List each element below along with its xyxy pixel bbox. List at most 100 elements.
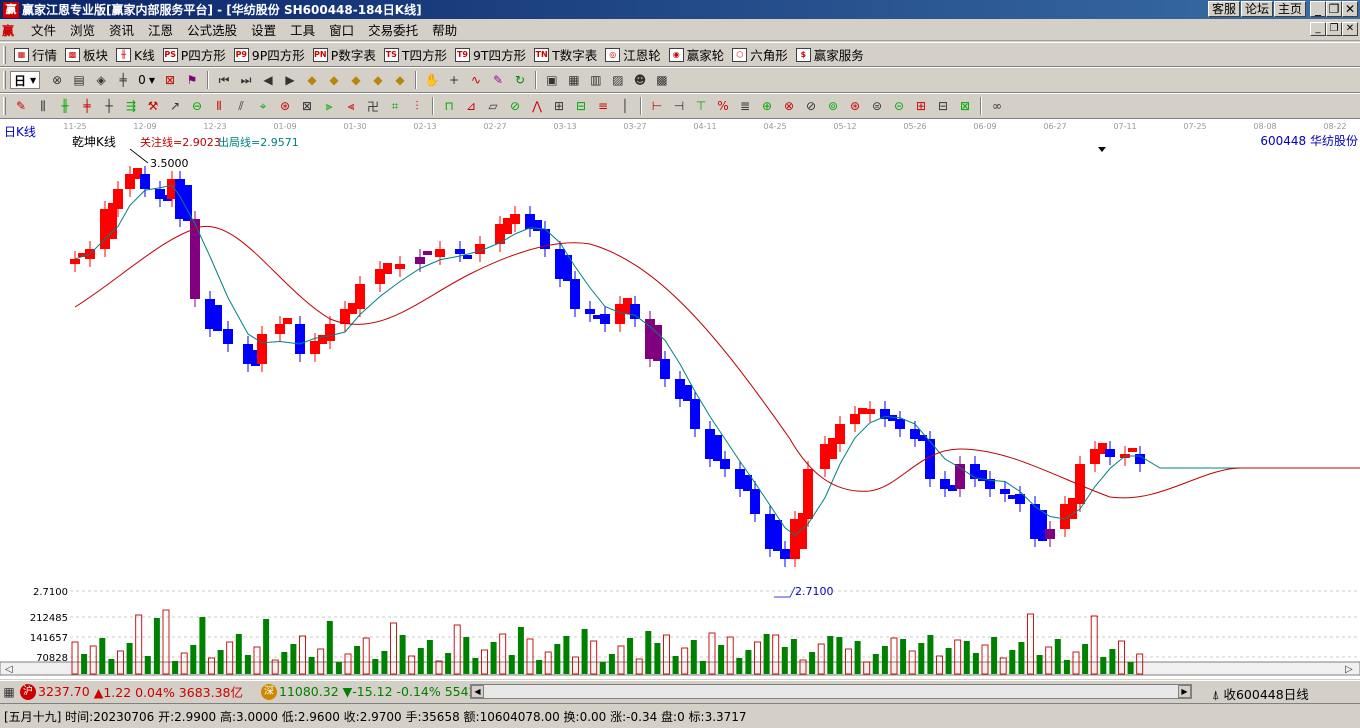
grid-icon[interactable]: ▦ [0, 682, 18, 702]
menu-help[interactable]: 帮助 [425, 20, 464, 39]
close-icon[interactable]: ✕ [1342, 1, 1358, 17]
crosshair-icon[interactable]: + [443, 70, 465, 90]
fit-icon[interactable]: ◆ [389, 70, 411, 90]
toolbar-item-4[interactable]: P9 9P四方形 [230, 45, 309, 64]
right-icon[interactable]: ▶ [279, 70, 301, 90]
draw-tool-18-icon[interactable]: ⫶ [406, 96, 428, 116]
toolbar-grip[interactable] [3, 97, 6, 115]
menu-window[interactable]: 窗口 [322, 20, 361, 39]
draw-tool-46-icon[interactable]: ∞ [986, 96, 1008, 116]
draw-tool-34-icon[interactable]: ≣ [734, 96, 756, 116]
draw-tool-25-icon[interactable]: ⊞ [548, 96, 570, 116]
scroll-right-icon[interactable]: ▶ [1178, 685, 1191, 698]
draw-tool-14-icon[interactable]: ⫸ [318, 96, 340, 116]
left-icon[interactable]: ◀ [257, 70, 279, 90]
last-icon[interactable]: ⏭ [235, 70, 257, 90]
zoom-out-icon[interactable]: ◆ [323, 70, 345, 90]
draw-tool-38-icon[interactable]: ⊚ [822, 96, 844, 116]
draw-tool-31-icon[interactable]: ⊣ [668, 96, 690, 116]
draw-tool-22-icon[interactable]: ▱ [482, 96, 504, 116]
child-minimize-icon[interactable]: _ [1310, 22, 1326, 36]
zoom-in-icon[interactable]: ◆ [301, 70, 323, 90]
count-select[interactable]: 0 ▼ [138, 73, 155, 87]
scroll-left-icon[interactable]: ◀ [471, 685, 484, 698]
toolbar-item-6[interactable]: TS T四方形 [380, 45, 451, 64]
toolbar-item-1[interactable]: ▩ 板块 [61, 45, 112, 64]
period-select[interactable]: 日 ▼ [10, 71, 41, 89]
first-icon[interactable]: ⏮ [213, 70, 235, 90]
toolbar-item-5[interactable]: PN P数字表 [309, 45, 380, 64]
draw-tool-16-icon[interactable]: 卍 [362, 96, 384, 116]
people-icon[interactable]: ☻ [629, 70, 651, 90]
toolbar-item-0[interactable]: ▦ 行情 [10, 45, 61, 64]
draw-tool-10-icon[interactable]: ⫽ [230, 96, 252, 116]
toolbar-item-3[interactable]: PS P四方形 [159, 45, 230, 64]
draw-tool-3-icon[interactable]: ╪ [76, 96, 98, 116]
shrink-icon[interactable]: ◆ [367, 70, 389, 90]
menu-trade[interactable]: 交易委托 [361, 20, 425, 39]
draw-tool-17-icon[interactable]: ⌗ [384, 96, 406, 116]
draw-tool-37-icon[interactable]: ⊘ [800, 96, 822, 116]
candle-icon[interactable]: ╪ [112, 70, 134, 90]
save-icon[interactable]: ▨ [607, 70, 629, 90]
sh-index[interactable]: 沪 3237.70 ▲1.22 0.04% 3683.38亿 [20, 682, 243, 701]
trend-icon[interactable]: ∿ [465, 70, 487, 90]
calendar-icon[interactable]: ▤ [68, 70, 90, 90]
toolbar-item-2[interactable]: ╫ K线 [112, 45, 159, 64]
calculator-icon[interactable]: ▦ [563, 70, 585, 90]
menu-news[interactable]: 资讯 [102, 20, 141, 39]
expand-icon[interactable]: ◆ [345, 70, 367, 90]
draw-tool-26-icon[interactable]: ⊟ [570, 96, 592, 116]
draw-tool-41-icon[interactable]: ⊝ [888, 96, 910, 116]
draw-tool-6-icon[interactable]: ⚒ [142, 96, 164, 116]
child-restore-icon[interactable]: ❐ [1326, 22, 1342, 36]
draw-tool-39-icon[interactable]: ⊛ [844, 96, 866, 116]
draw-tool-36-icon[interactable]: ⊗ [778, 96, 800, 116]
draw-tool-24-icon[interactable]: ⋀ [526, 96, 548, 116]
kline-chart-panel[interactable]: 11-25 12-09 12-23 01-09 01-30 02-13 02-27 03-13… [0, 119, 1360, 679]
draw-tool-7-icon[interactable]: ↗ [164, 96, 186, 116]
draw-tool-9-icon[interactable]: ⫴ [208, 96, 230, 116]
menu-file[interactable]: 文件 [24, 20, 63, 39]
bus-icon[interactable]: ▩ [651, 70, 673, 90]
window-icon[interactable]: ▥ [585, 70, 607, 90]
toolbar-item-9[interactable]: ◎ 江恩轮 [601, 45, 665, 64]
info-icon[interactable]: ◈ [90, 70, 112, 90]
menu-tools[interactable]: 工具 [283, 20, 322, 39]
menu-settings[interactable]: 设置 [244, 20, 283, 39]
overlay-icon[interactable]: ⊠ [159, 70, 181, 90]
toolbar-item-10[interactable]: ◉ 赢家轮 [665, 45, 729, 64]
toolbar-grip[interactable] [3, 71, 6, 89]
toolbar-grip[interactable] [3, 45, 6, 64]
draw-tool-28-icon[interactable]: │ [614, 96, 636, 116]
draw-tool-43-icon[interactable]: ⊟ [932, 96, 954, 116]
menu-gann[interactable]: 江恩 [141, 20, 180, 39]
draw-tool-44-icon[interactable]: ⊠ [954, 96, 976, 116]
customer-service-button[interactable]: 客服 [1208, 1, 1240, 17]
draw-tool-27-icon[interactable]: ≡ [592, 96, 614, 116]
draw-tool-12-icon[interactable]: ⊛ [274, 96, 296, 116]
draw-tool-15-icon[interactable]: ⫷ [340, 96, 362, 116]
draw-tool-42-icon[interactable]: ⊞ [910, 96, 932, 116]
restore-icon[interactable]: ❐ [1326, 1, 1342, 17]
draw-tool-1-icon[interactable]: ⫼ [32, 96, 54, 116]
sz-index[interactable]: 深 11080.32 ▼-15.12 -0.14% 5542.3 [261, 683, 488, 700]
toolbar-item-7[interactable]: T9 9T四方形 [451, 45, 530, 64]
draw-tool-13-icon[interactable]: ⊠ [296, 96, 318, 116]
calendar21-icon[interactable]: ▣ [541, 70, 563, 90]
draw-tool-0-icon[interactable]: ✎ [10, 96, 32, 116]
menu-browse[interactable]: 浏览 [63, 20, 102, 39]
draw-tool-32-icon[interactable]: ⊤ [690, 96, 712, 116]
draw-tool-2-icon[interactable]: ╫ [54, 96, 76, 116]
draw-tool-33-icon[interactable]: % [712, 96, 734, 116]
child-close-icon[interactable]: ✕ [1342, 22, 1358, 36]
draw-tool-21-icon[interactable]: ⊿ [460, 96, 482, 116]
draw-tool-11-icon[interactable]: ⌖ [252, 96, 274, 116]
draw-tool-30-icon[interactable]: ⊢ [646, 96, 668, 116]
toolbar-item-12[interactable]: $ 赢家服务 [792, 45, 868, 64]
toolbar-item-8[interactable]: TN T数字表 [530, 45, 601, 64]
flag-icon[interactable]: ⚑ [181, 70, 203, 90]
draw-tool-4-icon[interactable]: ┼ [98, 96, 120, 116]
menu-formula[interactable]: 公式选股 [180, 20, 244, 39]
palette-icon[interactable]: ✎ [487, 70, 509, 90]
